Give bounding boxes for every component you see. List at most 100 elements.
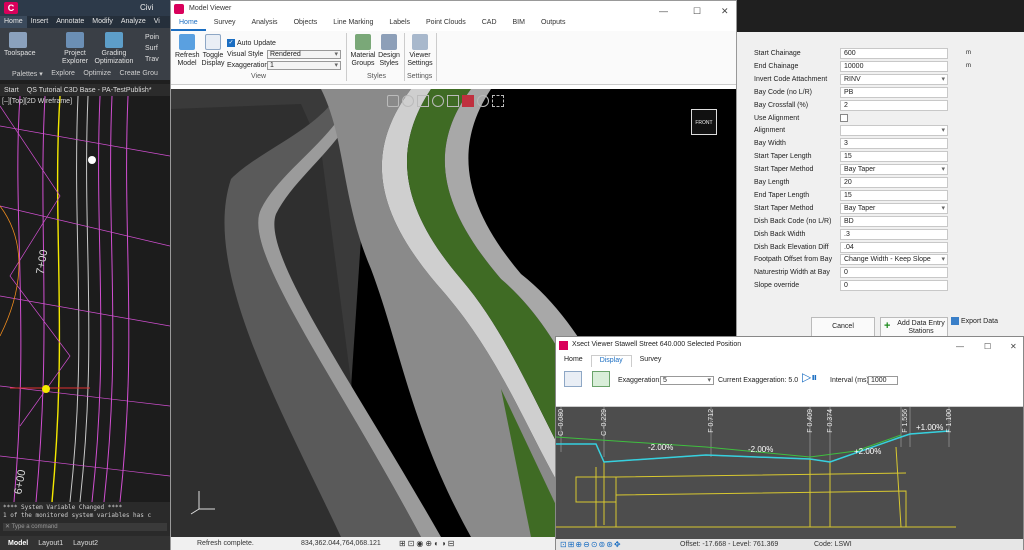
settings-group-label: Settings bbox=[407, 73, 433, 80]
layout-tab-layout1[interactable]: Layout1 bbox=[38, 540, 63, 547]
civil3d-tab-insert[interactable]: Insert bbox=[27, 16, 53, 28]
pan-icon[interactable] bbox=[462, 95, 474, 107]
file-tab-drawing[interactable]: QS Tutorial C3D Base - PA-TestPublish* bbox=[27, 87, 152, 94]
parameter-input[interactable]: 15 bbox=[840, 151, 948, 163]
parameter-select[interactable]: Change Width - Keep Slope bbox=[840, 254, 948, 266]
cancel-button[interactable]: Cancel bbox=[811, 317, 875, 337]
use-alignment-checkbox[interactable] bbox=[840, 113, 848, 122]
exaggeration-select[interactable]: 1 bbox=[267, 61, 341, 70]
parameter-input[interactable]: 0 bbox=[840, 267, 948, 279]
minimize-icon[interactable]: — bbox=[956, 339, 964, 355]
parameter-row: Bay Width 3 bbox=[754, 138, 1024, 150]
zoom-icon[interactable] bbox=[432, 95, 444, 107]
xsect-add-icon[interactable] bbox=[592, 371, 610, 387]
rotate-icon[interactable] bbox=[477, 95, 489, 107]
parameter-select[interactable] bbox=[840, 125, 948, 137]
mv-tab-line-marking[interactable]: Line Marking bbox=[325, 17, 381, 31]
mv-tab-point-clouds[interactable]: Point Clouds bbox=[418, 17, 474, 31]
parameter-input[interactable]: 3 bbox=[840, 138, 948, 150]
design-styles-button[interactable]: Design Styles bbox=[377, 34, 401, 68]
xsect-tab-survey[interactable]: Survey bbox=[632, 355, 670, 367]
parameter-unit: m bbox=[966, 50, 971, 56]
civil3d-tab-home[interactable]: Home bbox=[0, 16, 27, 28]
close-icon[interactable]: ✕ bbox=[1010, 339, 1017, 355]
parameter-input[interactable]: 2 bbox=[840, 99, 948, 111]
fit-icon[interactable] bbox=[492, 95, 504, 107]
parameter-input[interactable]: 20 bbox=[840, 177, 948, 188]
viewer-settings-button[interactable]: Viewer Settings bbox=[407, 34, 433, 68]
visual-style-select[interactable]: Rendered bbox=[267, 50, 341, 59]
palettes-group[interactable]: Palettes ▾ bbox=[12, 70, 43, 80]
parameter-input[interactable]: 10000 bbox=[840, 60, 948, 72]
xsect-tab-display[interactable]: Display bbox=[590, 355, 632, 367]
parameter-input[interactable]: .3 bbox=[840, 228, 948, 240]
zoom-extents-icon[interactable] bbox=[417, 95, 429, 107]
civil3d-tab-annotate[interactable]: Annotate bbox=[52, 16, 88, 28]
xsect-tab-home[interactable]: Home bbox=[556, 355, 591, 367]
mv-tab-outputs[interactable]: Outputs bbox=[533, 17, 574, 31]
parameter-input[interactable]: BD bbox=[840, 215, 948, 227]
surfaces-button[interactable]: Surf bbox=[145, 43, 159, 54]
traverse-button[interactable]: Trav bbox=[145, 54, 159, 65]
zoom-window-icon[interactable] bbox=[447, 95, 459, 107]
view-cube[interactable]: FRONT bbox=[691, 109, 717, 135]
xsect-view-icon[interactable] bbox=[564, 371, 582, 387]
material-groups-button[interactable]: Material Groups bbox=[349, 34, 377, 68]
parameter-row: Start Taper Length 15 bbox=[754, 151, 1024, 163]
civil3d-tab-modify[interactable]: Modify bbox=[88, 16, 117, 28]
parameter-input[interactable]: .04 bbox=[840, 241, 948, 253]
orbit-icon[interactable] bbox=[402, 95, 414, 107]
toolspace-button[interactable]: Toolspace bbox=[4, 32, 36, 58]
xsect-plot[interactable]: C -0.080 C -0.229 F 0.712 F 0.409 F 0.37… bbox=[556, 407, 1023, 541]
mv-tab-survey[interactable]: Survey bbox=[206, 17, 244, 31]
parameter-input[interactable]: PB bbox=[840, 86, 948, 98]
interval-input[interactable]: 1000 bbox=[868, 376, 898, 385]
mv-tab-labels[interactable]: Labels bbox=[381, 17, 418, 31]
mv-tab-bim[interactable]: BIM bbox=[505, 17, 533, 31]
command-line: **** System Variable Changed **** 1 of t… bbox=[0, 502, 170, 536]
parameter-select[interactable]: Bay Taper bbox=[840, 202, 948, 214]
civil3d-tab-analyze[interactable]: Analyze bbox=[117, 16, 150, 28]
mv-tab-home[interactable]: Home bbox=[171, 17, 206, 31]
parameter-select[interactable]: Bay Taper bbox=[840, 164, 948, 176]
mv-tab-cad[interactable]: CAD bbox=[474, 17, 505, 31]
plan-view-linework bbox=[0, 96, 170, 502]
refresh-model-button[interactable]: Refresh Model bbox=[175, 34, 200, 68]
xsect-zoom-tools-icon[interactable]: ⊡⊞⊕⊖⊙⊚⊛✥ bbox=[560, 540, 622, 549]
parameter-input[interactable]: 15 bbox=[840, 189, 948, 201]
status-tool-icons[interactable]: ⊞⊡◉⊕◐◑⊟ bbox=[399, 539, 456, 548]
command-close-icon[interactable]: ✕ bbox=[5, 524, 12, 530]
grading-optimization-button[interactable]: Grading Optimization bbox=[94, 32, 134, 66]
auto-update-checkbox[interactable]: ✓ Auto Update bbox=[227, 39, 276, 47]
xsect-exaggeration-select[interactable]: 5 bbox=[660, 376, 714, 385]
parameter-input[interactable]: 0 bbox=[840, 280, 948, 292]
home-icon[interactable] bbox=[387, 95, 399, 107]
parameter-select[interactable]: RINV bbox=[840, 73, 948, 85]
points-button[interactable]: Poin bbox=[145, 32, 159, 43]
layout-tab-model[interactable]: Model bbox=[8, 540, 28, 547]
vertical-label: C -0.229 bbox=[601, 409, 608, 436]
civil3d-drawing-area[interactable]: [–][Top][2D Wireframe] 7+00 6+00 bbox=[0, 96, 170, 502]
model-viewer-tabs: Home Survey Analysis Objects Line Markin… bbox=[171, 17, 736, 31]
civil3d-tab-view[interactable]: Vi bbox=[150, 16, 164, 28]
parameter-label: Start Taper Length bbox=[754, 153, 812, 161]
civil3d-small-tools: Poin Surf Trav bbox=[145, 32, 159, 65]
viewport-label[interactable]: [–][Top][2D Wireframe] bbox=[2, 98, 72, 105]
toggle-display-button[interactable]: Toggle Display bbox=[201, 34, 225, 68]
command-history-line: 1 of the monitored system variables has … bbox=[3, 512, 152, 519]
export-data-button[interactable]: Export Data bbox=[951, 317, 998, 325]
project-explorer-button[interactable]: Project Explorer bbox=[60, 32, 90, 66]
maximize-icon[interactable]: ☐ bbox=[984, 339, 991, 355]
add-data-entry-stations-button[interactable]: + Add Data Entry Stations bbox=[880, 317, 948, 337]
current-exaggeration: Current Exaggeration: 5.0 bbox=[718, 377, 799, 384]
parameter-input[interactable]: 600 bbox=[840, 48, 948, 59]
file-tab-start[interactable]: Start bbox=[4, 87, 19, 94]
mv-tab-objects[interactable]: Objects bbox=[286, 17, 326, 31]
view-group-label: View bbox=[251, 73, 267, 80]
mv-tab-analysis[interactable]: Analysis bbox=[243, 17, 285, 31]
layout-tab-layout2[interactable]: Layout2 bbox=[73, 540, 98, 547]
gear-icon bbox=[412, 34, 428, 50]
command-input[interactable]: ✕ Type a command bbox=[3, 523, 167, 531]
play-pause-icon[interactable]: ▷⏸ bbox=[802, 370, 817, 385]
civil3d-logo[interactable]: C bbox=[4, 2, 18, 14]
